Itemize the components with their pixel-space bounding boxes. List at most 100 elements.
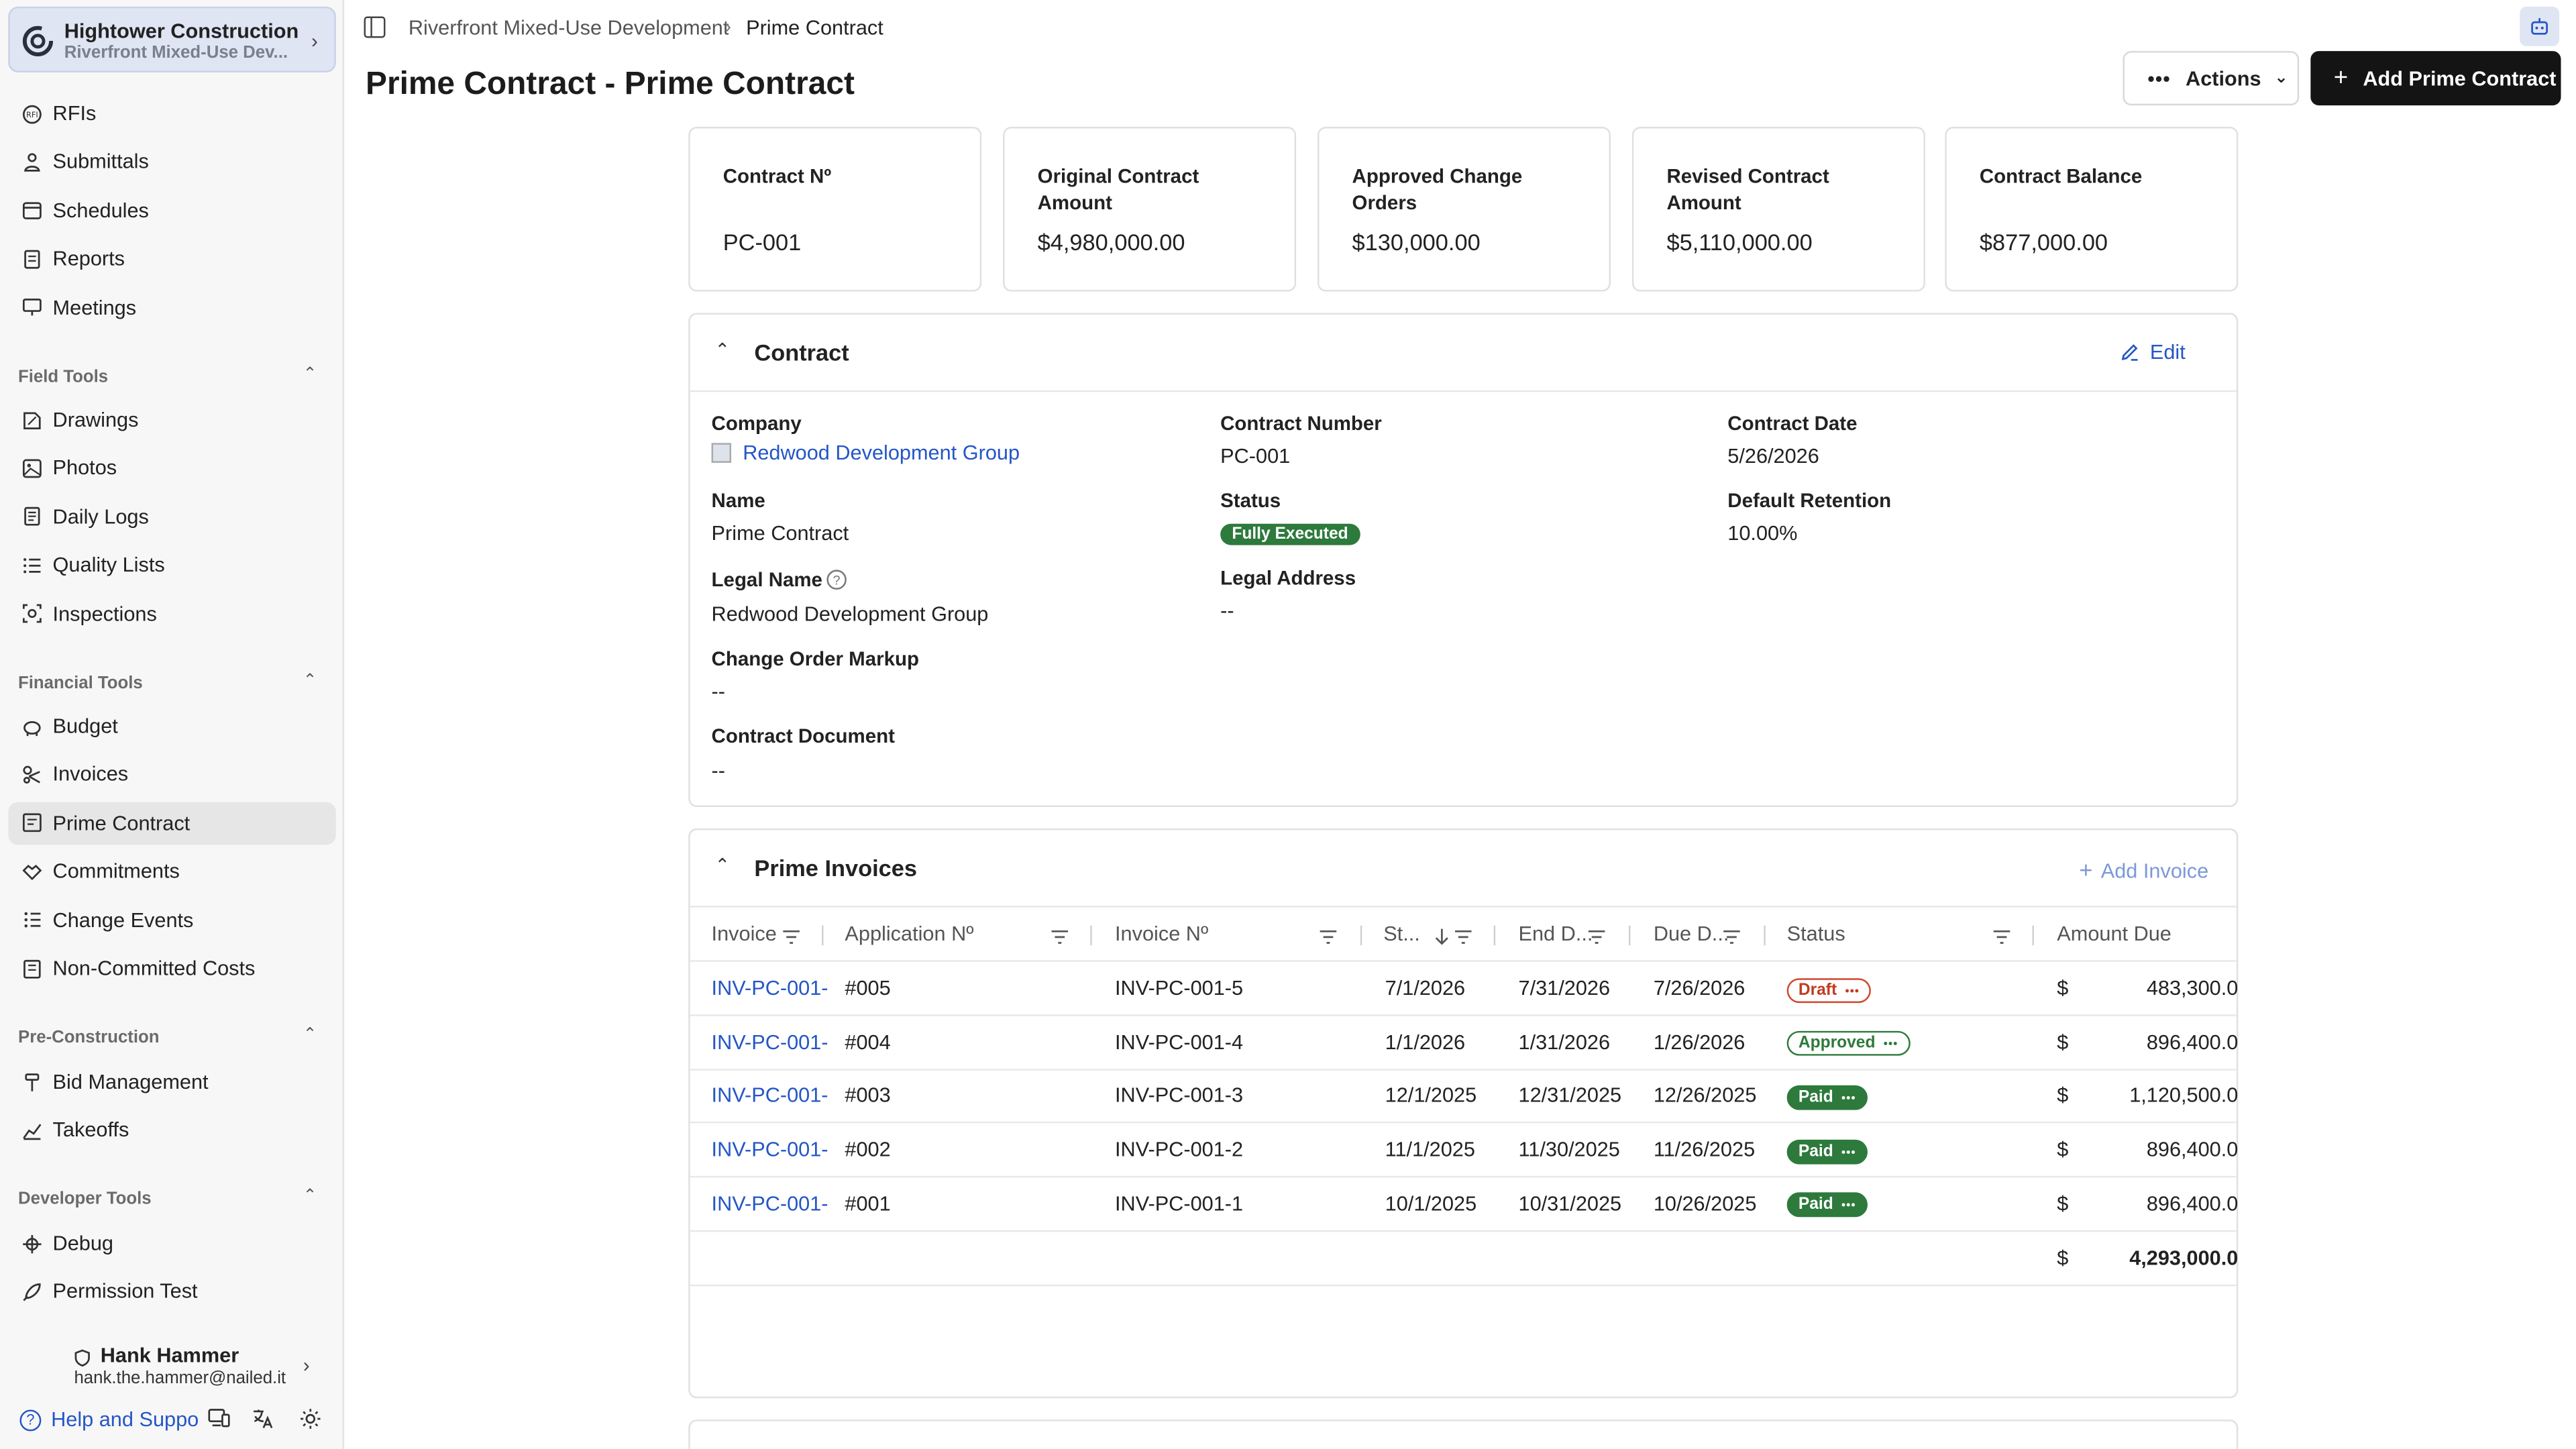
- sidebar-item-bid-management[interactable]: Bid Management: [8, 1061, 336, 1104]
- invoice-link[interactable]: INV-PC-001-: [712, 977, 828, 1000]
- sidebar-item-permission-test[interactable]: Permission Test: [8, 1271, 336, 1313]
- chevron-up-icon[interactable]: ⌃: [714, 339, 730, 360]
- chevron-up-icon[interactable]: ⌃: [303, 1187, 317, 1205]
- sidebar-item-change-events[interactable]: Change Events: [8, 898, 336, 941]
- column-divider[interactable]: [1628, 925, 1631, 946]
- column-divider[interactable]: [1764, 925, 1766, 946]
- sort-descending-icon[interactable]: [1434, 924, 1449, 953]
- user-menu-chevron-icon[interactable]: ›: [303, 1354, 310, 1377]
- sidebar-item-daily-logs[interactable]: Daily Logs: [8, 495, 336, 538]
- section-label: Developer Tools: [18, 1189, 152, 1209]
- column-header[interactable]: St...: [1383, 922, 1420, 945]
- invoice-number: INV-PC-001-5: [1115, 976, 1244, 1000]
- breadcrumb-project[interactable]: Riverfront Mixed-Use Development: [409, 17, 729, 40]
- filter-icon[interactable]: [1588, 924, 1606, 953]
- sidebar-item-label: Budget: [52, 714, 118, 738]
- sidebar-item-quality-lists[interactable]: Quality Lists: [8, 544, 336, 587]
- filter-icon[interactable]: [1993, 924, 2011, 953]
- invoice-link[interactable]: INV-PC-001-: [712, 1084, 828, 1107]
- report-icon: [19, 248, 42, 270]
- sidebar-item-prime-contract[interactable]: Prime Contract: [8, 802, 336, 845]
- filter-icon[interactable]: [1319, 924, 1337, 953]
- column-header[interactable]: Application Nº: [845, 922, 973, 945]
- sidebar-item-rfis[interactable]: RFI RFIs: [8, 92, 336, 135]
- assistant-bot-icon[interactable]: [2520, 6, 2560, 46]
- sidebar-item-invoices[interactable]: Invoices: [8, 753, 336, 796]
- sidebar-item-drawings[interactable]: Drawings: [8, 398, 336, 441]
- breadcrumb-current: Prime Contract: [746, 16, 883, 40]
- chevron-up-icon[interactable]: ⌃: [714, 855, 730, 876]
- breadcrumb-separator-icon: ›: [724, 15, 732, 38]
- devices-icon[interactable]: [207, 1408, 230, 1433]
- end-date: 1/31/2026: [1518, 1030, 1611, 1054]
- column-divider[interactable]: [1360, 925, 1362, 946]
- invoice-link[interactable]: INV-PC-001-: [712, 1030, 828, 1053]
- invoice-link[interactable]: INV-PC-001-: [712, 1138, 828, 1161]
- filter-icon[interactable]: [782, 924, 800, 953]
- translate-icon[interactable]: [252, 1408, 274, 1434]
- column-divider[interactable]: [2032, 925, 2034, 946]
- sidebar-toggle-icon[interactable]: [364, 16, 386, 38]
- column-header[interactable]: Amount Due: [2057, 922, 2171, 945]
- company-link[interactable]: Redwood Development Group: [743, 441, 1020, 464]
- chevron-up-icon[interactable]: ⌃: [303, 672, 317, 690]
- sidebar-item-inspections[interactable]: Inspections: [8, 592, 336, 635]
- help-link[interactable]: ? Help and Suppo: [19, 1408, 199, 1431]
- column-divider[interactable]: [822, 925, 824, 946]
- sidebar-item-non-committed-costs[interactable]: Non-Committed Costs: [8, 947, 336, 990]
- invoice-status-badge[interactable]: Approved •••: [1786, 1031, 1910, 1057]
- filter-icon[interactable]: [1051, 924, 1069, 953]
- status-label: Approved: [1798, 1034, 1876, 1053]
- add-invoice-button[interactable]: + Add Invoice: [2079, 857, 2208, 883]
- end-date: 10/31/2025: [1518, 1191, 1622, 1216]
- add-prime-contract-label: Add Prime Contract: [2363, 66, 2557, 90]
- default-retention-value: 10.00%: [1727, 522, 1798, 545]
- add-prime-contract-button[interactable]: + Add Prime Contract: [2310, 51, 2561, 106]
- checklist-icon: [19, 553, 42, 576]
- sidebar-item-label: Daily Logs: [52, 505, 149, 529]
- filter-icon[interactable]: [1454, 924, 1472, 953]
- summary-card-label: Approved Change Orders: [1352, 164, 1523, 215]
- inspection-icon: [19, 602, 42, 625]
- sidebar-item-photos[interactable]: Photos: [8, 447, 336, 490]
- sidebar-item-submittals[interactable]: Submittals: [8, 141, 336, 184]
- actions-button[interactable]: ••• Actions ⌄: [2123, 51, 2300, 106]
- project-name: Riverfront Mixed-Use Dev...: [64, 42, 288, 63]
- column-divider[interactable]: [1493, 925, 1496, 946]
- sidebar-item-reports[interactable]: Reports: [8, 237, 336, 280]
- invoice-status-badge[interactable]: Paid •••: [1786, 1193, 1868, 1218]
- invoice-status-badge[interactable]: Paid •••: [1786, 1085, 1868, 1110]
- sidebar-item-schedules[interactable]: Schedules: [8, 189, 336, 232]
- photos-icon: [19, 457, 42, 480]
- table-row-divider: [690, 1230, 2237, 1232]
- help-label: Help and Suppo: [51, 1408, 199, 1432]
- sidebar-item-meetings[interactable]: Meetings: [8, 286, 336, 329]
- column-header[interactable]: Invoice Nº: [1115, 922, 1208, 945]
- column-header[interactable]: Due D...: [1654, 922, 1729, 945]
- edit-contract-button[interactable]: Edit: [2121, 341, 2186, 364]
- user-email: hank.the.hammer@nailed.it: [74, 1368, 286, 1389]
- invoice-link[interactable]: INV-PC-001-: [712, 1192, 828, 1215]
- column-header[interactable]: Status: [1787, 922, 1845, 945]
- company-switcher[interactable]: Hightower Construction Riverfront Mixed-…: [8, 6, 336, 73]
- total-amount-due: 4,293,000.0: [2129, 1246, 2239, 1269]
- add-invoice-label: Add Invoice: [2100, 859, 2209, 883]
- sidebar-item-debug[interactable]: Debug: [8, 1222, 336, 1265]
- info-help-icon[interactable]: ?: [826, 570, 847, 590]
- end-date: 11/30/2025: [1518, 1138, 1620, 1162]
- filter-icon[interactable]: [1723, 924, 1741, 953]
- chevron-up-icon[interactable]: ⌃: [303, 366, 317, 384]
- theme-sun-icon[interactable]: [300, 1408, 321, 1434]
- table-row-divider: [690, 1014, 2237, 1016]
- chevron-up-icon[interactable]: ⌃: [303, 1026, 317, 1044]
- sidebar-item-takeoffs[interactable]: Takeoffs: [8, 1109, 336, 1152]
- sidebar-item-budget[interactable]: Budget: [8, 705, 336, 748]
- invoice-status-badge[interactable]: Paid •••: [1786, 1138, 1868, 1164]
- column-header[interactable]: Invoice: [712, 922, 777, 945]
- invoice-status-badge[interactable]: Draft •••: [1786, 977, 1872, 1002]
- summary-card-value: PC-001: [722, 229, 802, 256]
- sidebar-item-label: Inspections: [52, 602, 157, 625]
- column-header[interactable]: End D...: [1519, 922, 1593, 945]
- column-divider[interactable]: [1090, 925, 1092, 946]
- sidebar-item-commitments[interactable]: Commitments: [8, 850, 336, 893]
